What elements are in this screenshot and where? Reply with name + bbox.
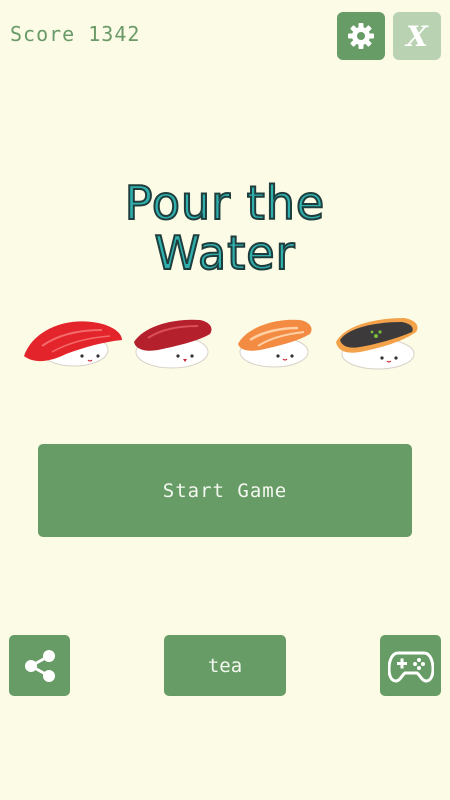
close-label: X [406,19,428,53]
score-display: Score 1342 [10,22,141,46]
start-game-button[interactable]: Start Game [38,444,412,537]
sushi-row [0,312,450,382]
gamepad-button[interactable] [380,635,441,696]
eel-sushi-icon [336,318,418,370]
close-button[interactable]: X [393,12,441,60]
salmon-sushi-icon [238,319,312,368]
share-button[interactable] [9,635,70,696]
game-title: Pour the Water [0,176,450,280]
gear-icon [348,23,374,49]
title-line-1: Pour the [124,176,326,230]
akami-sushi-icon [134,319,212,369]
tea-button[interactable]: tea [164,635,286,696]
share-icon [24,649,55,682]
gamepad-icon [387,651,434,683]
tuna-sushi-icon [24,321,122,367]
settings-button[interactable] [337,12,385,60]
title-line-2: Water [154,226,296,280]
